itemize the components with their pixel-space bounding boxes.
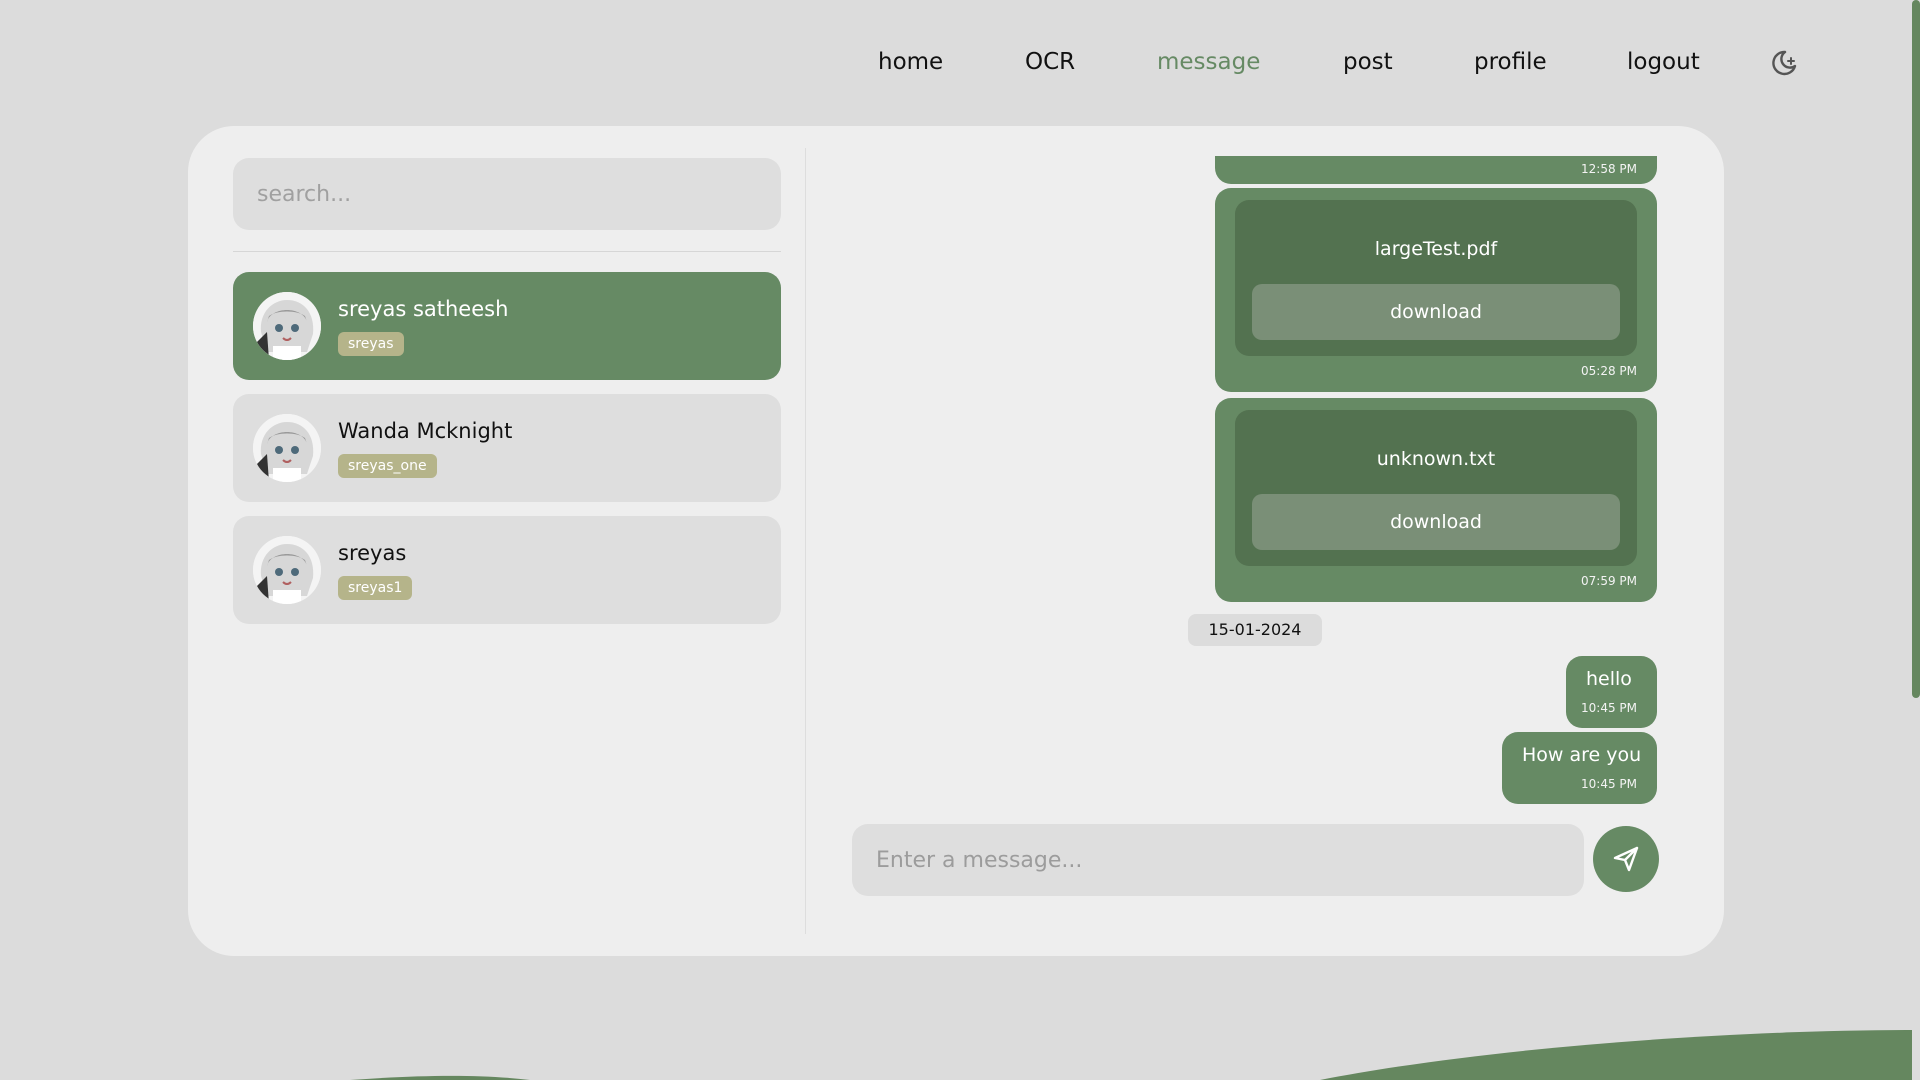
decorative-wave (350, 1030, 1912, 1080)
message-time: 10:45 PM (1581, 701, 1637, 715)
nav-home[interactable]: home (878, 42, 943, 82)
panel-divider (805, 148, 806, 934)
nav-logout[interactable]: logout (1627, 42, 1700, 82)
file-name: largeTest.pdf (1374, 238, 1498, 260)
file-attachment: unknown.txt download (1235, 410, 1637, 566)
message-time: 12:58 PM (1581, 162, 1637, 176)
avatar (253, 536, 321, 604)
sidebar-divider (233, 251, 781, 252)
file-message-bubble: largeTest.pdf download 05:28 PM (1215, 188, 1657, 392)
username-badge: sreyas (338, 332, 404, 356)
messaging-panel: sreyas satheesh sreyas Wanda Mcknight sr… (188, 126, 1724, 956)
avatar (253, 414, 321, 482)
nav-profile[interactable]: profile (1474, 42, 1547, 82)
message-time: 07:59 PM (1581, 574, 1637, 588)
message-time: 10:45 PM (1581, 777, 1637, 791)
message-bubble: 12:58 PM (1215, 156, 1657, 184)
message-input[interactable] (852, 824, 1584, 896)
avatar (253, 292, 321, 360)
contact-name: sreyas (338, 541, 407, 565)
username-badge: sreyas1 (338, 576, 413, 600)
scrollbar-thumb[interactable] (1912, 0, 1920, 698)
search-input[interactable] (233, 158, 781, 230)
nav-message[interactable]: message (1157, 42, 1260, 82)
nav-ocr[interactable]: OCR (1025, 42, 1075, 82)
date-separator: 15-01-2024 (1188, 614, 1322, 646)
file-name: unknown.txt (1376, 448, 1496, 470)
send-button[interactable] (1593, 826, 1659, 892)
contact-item[interactable]: sreyas satheesh sreyas (233, 272, 781, 380)
download-button[interactable]: download (1252, 494, 1620, 550)
file-attachment: largeTest.pdf download (1235, 200, 1637, 356)
message-text: How are you (1522, 744, 1642, 766)
contact-name: Wanda Mcknight (338, 419, 513, 443)
send-icon (1613, 846, 1639, 872)
page-scrollbar[interactable] (1912, 0, 1920, 1080)
message-bubble: How are you 10:45 PM (1502, 732, 1657, 804)
nav-post[interactable]: post (1343, 42, 1393, 82)
file-message-bubble: unknown.txt download 07:59 PM (1215, 398, 1657, 602)
username-badge: sreyas_one (338, 454, 437, 478)
message-bubble: hello 10:45 PM (1566, 656, 1657, 728)
contact-name: sreyas satheesh (338, 297, 509, 321)
contact-item[interactable]: sreyas sreyas1 (233, 516, 781, 624)
moon-icon[interactable] (1770, 49, 1798, 77)
message-text: hello (1586, 668, 1632, 690)
download-button[interactable]: download (1252, 284, 1620, 340)
message-time: 05:28 PM (1581, 364, 1637, 378)
top-nav: home OCR message post profile logout (0, 42, 1920, 82)
contact-item[interactable]: Wanda Mcknight sreyas_one (233, 394, 781, 502)
